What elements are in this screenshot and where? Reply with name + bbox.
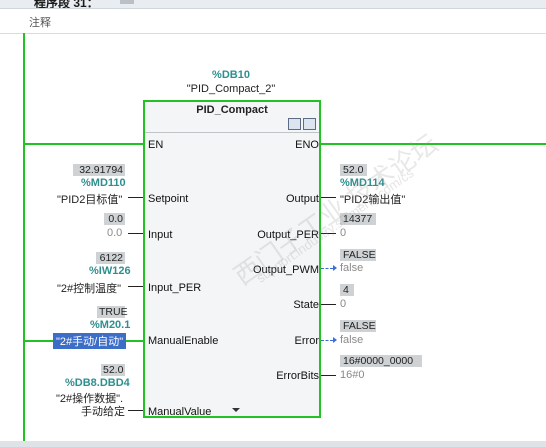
manual-value-address[interactable]: %DB8.DBD4 — [65, 377, 130, 389]
errorbits-monitor-value: 16#0000_0000 — [340, 355, 422, 367]
input-per-wire — [128, 286, 143, 287]
left-power-rail — [23, 33, 25, 443]
bottom-scroll-area[interactable] — [0, 441, 546, 447]
network-comment[interactable]: 注释 — [29, 14, 51, 30]
error-wire — [321, 340, 333, 341]
output-per-wire — [321, 233, 336, 234]
output-pwm-operand[interactable]: false — [340, 262, 363, 274]
state-monitor-value: 4 — [340, 284, 354, 296]
output-pwm-monitor-value: FALSE — [340, 249, 376, 261]
instance-db-name[interactable]: "PID_Compact_2" — [161, 83, 301, 95]
pin-manual-enable[interactable]: ManualEnable — [148, 335, 218, 347]
pin-output-pwm[interactable]: Output_PWM — [239, 264, 319, 276]
manual-enable-monitor-value: TRUE — [97, 306, 128, 318]
network-title-bar[interactable]: 程序段 31： — [0, 0, 546, 9]
en-wire — [25, 143, 143, 145]
configuration-icon[interactable] — [303, 118, 316, 130]
manual-enable-symbol[interactable]: "2#手动/自动" — [53, 333, 127, 349]
commissioning-icon[interactable] — [288, 118, 301, 130]
errorbits-wire — [321, 375, 336, 376]
expand-pins-icon[interactable] — [232, 408, 240, 412]
instance-db-address[interactable]: %DB10 — [181, 69, 281, 81]
setpoint-symbol[interactable]: "PID2目标值" — [57, 191, 122, 207]
pin-eno[interactable]: ENO — [239, 139, 319, 151]
pin-input-per[interactable]: Input_PER — [148, 282, 201, 294]
pin-error[interactable]: Error — [239, 335, 319, 347]
input-wire — [128, 233, 143, 234]
manual-value-monitor-value: 52.0 — [101, 364, 125, 376]
input-monitor-value: 0.0 — [104, 213, 125, 225]
error-operand[interactable]: false — [340, 334, 363, 346]
block-type-title: PID_Compact — [196, 104, 268, 116]
output-per-monitor-value: 14377 — [340, 213, 376, 225]
network-title-field[interactable] — [120, 0, 134, 4]
manual-enable-address[interactable]: %M20.1 — [90, 319, 130, 331]
input-per-symbol[interactable]: "2#控制温度" — [57, 280, 121, 296]
output-symbol[interactable]: "PID2输出值" — [340, 191, 405, 207]
pin-setpoint[interactable]: Setpoint — [148, 193, 188, 205]
pin-output-per[interactable]: Output_PER — [239, 229, 319, 241]
manual-value-symbol-line2[interactable]: 手动给定 — [81, 403, 125, 419]
output-monitor-value: 52.0 — [340, 164, 367, 176]
comment-separator — [0, 33, 546, 34]
setpoint-wire — [128, 197, 143, 198]
manual-enable-wire-left — [25, 340, 53, 342]
output-pwm-wire — [321, 268, 333, 269]
pin-manual-value[interactable]: ManualValue — [148, 406, 211, 418]
output-pwm-arrow-icon — [333, 265, 337, 271]
eno-wire — [321, 143, 546, 145]
error-arrow-icon — [333, 337, 337, 343]
input-operand[interactable]: 0.0 — [107, 227, 122, 239]
pin-state[interactable]: State — [239, 299, 319, 311]
output-wire — [321, 197, 336, 198]
setpoint-monitor-value: 32.91794 — [73, 164, 125, 176]
network-title: 程序段 31： — [34, 0, 99, 9]
manual-enable-wire-right — [126, 340, 143, 342]
pin-en[interactable]: EN — [148, 139, 163, 151]
output-per-operand[interactable]: 0 — [340, 227, 346, 239]
block-header-divider — [145, 132, 319, 133]
pin-errorbits[interactable]: ErrorBits — [239, 370, 319, 382]
state-wire — [321, 304, 336, 305]
output-address[interactable]: %MD114 — [340, 177, 385, 189]
setpoint-address[interactable]: %MD110 — [81, 177, 126, 189]
manual-value-wire — [128, 410, 143, 411]
errorbits-operand[interactable]: 16#0 — [340, 369, 364, 381]
pin-input[interactable]: Input — [148, 229, 172, 241]
error-monitor-value: FALSE — [340, 320, 376, 332]
input-per-address[interactable]: %IW126 — [89, 265, 131, 277]
state-operand[interactable]: 0 — [340, 298, 346, 310]
pid-compact-block[interactable]: PID_Compact EN ENO Setpoint Input Input_… — [143, 100, 321, 418]
input-per-monitor-value: 6122 — [96, 252, 125, 264]
pin-output[interactable]: Output — [239, 193, 319, 205]
